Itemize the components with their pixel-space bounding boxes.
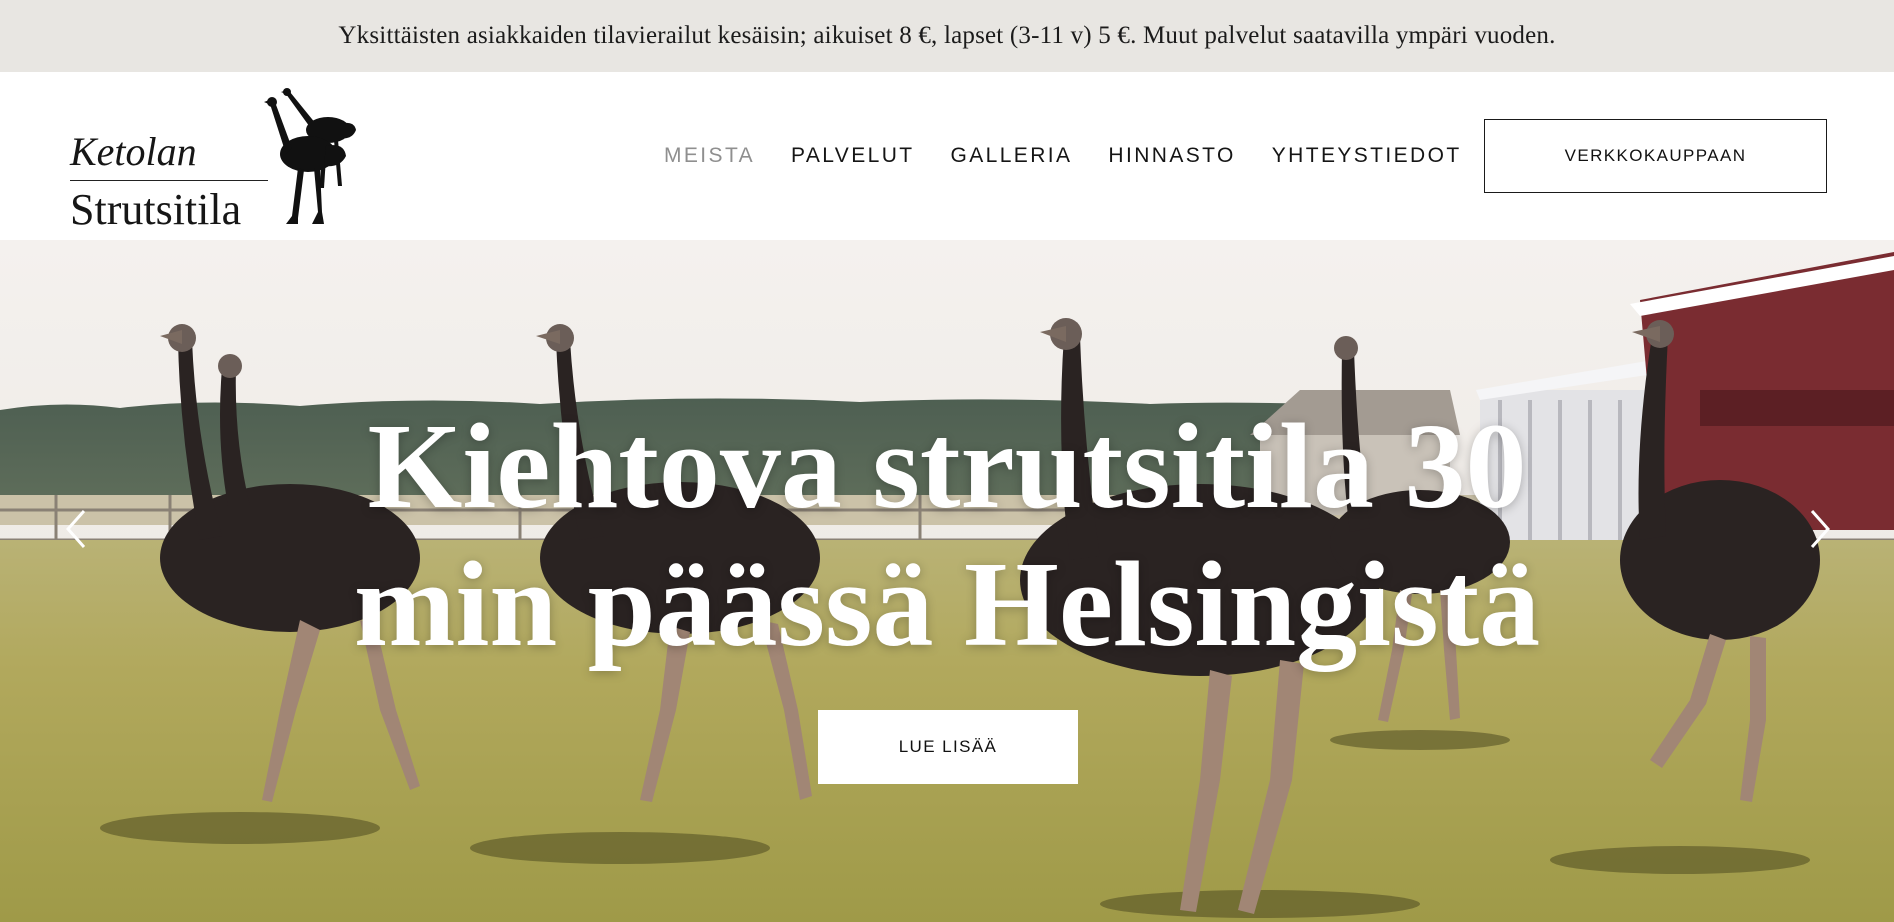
announcement-text: Yksittäisten asiakkaiden tilavierailut k…: [338, 22, 1556, 49]
nav-item-palvelut[interactable]: PALVELUT: [791, 144, 914, 168]
hero-title-line-2: min päässä Helsingistä: [353, 537, 1541, 672]
nav-item-galleria[interactable]: GALLERIA: [951, 144, 1073, 168]
ostrich-icon: [264, 88, 356, 224]
nav-item-meista[interactable]: MEISTA: [664, 144, 755, 168]
logo-divider: [70, 180, 268, 181]
logo-text-strutsitila: Strutsitila: [70, 185, 242, 234]
hero-title-line-1: Kiehtova strutsitila 30: [367, 399, 1527, 534]
nav-item-hinnasto[interactable]: HINNASTO: [1108, 144, 1235, 168]
shop-button[interactable]: VERKKOKAUPPAAN: [1484, 119, 1827, 193]
read-more-button[interactable]: LUE LISÄÄ: [818, 710, 1078, 784]
site-logo[interactable]: Ketolan Strutsitila: [68, 82, 368, 234]
hero-slider: Kiehtova strutsitila 30 min päässä Helsi…: [0, 240, 1894, 922]
main-navigation: MEISTA PALVELUT GALLERIA HINNASTO YHTEYS…: [664, 72, 1498, 240]
site-header: Ketolan Strutsitila MEISTA PALVELUT GALL…: [0, 72, 1894, 240]
logo-text-ketolan: Ketolan: [70, 129, 197, 174]
hero-title: Kiehtova strutsitila 30 min päässä Helsi…: [0, 398, 1894, 674]
announcement-bar: Yksittäisten asiakkaiden tilavierailut k…: [0, 0, 1894, 72]
nav-item-yhteystiedot[interactable]: YHTEYSTIEDOT: [1272, 144, 1462, 168]
